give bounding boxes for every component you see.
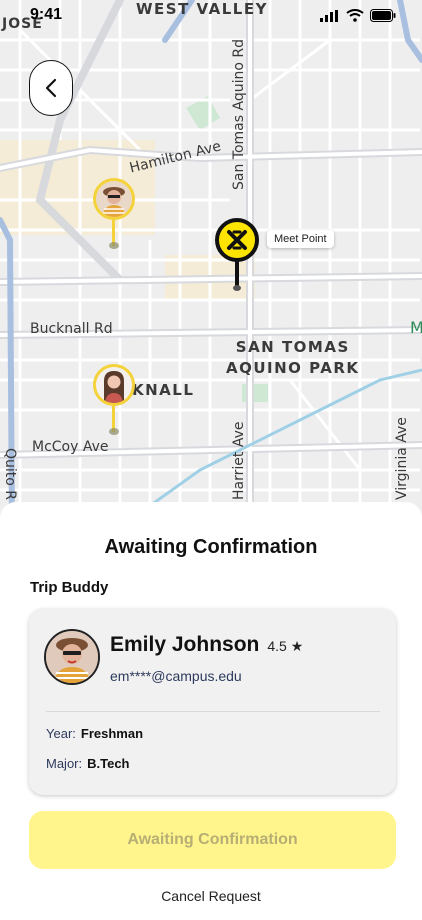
bottom-sheet: Awaiting Confirmation Trip Buddy Emily J… xyxy=(0,502,422,920)
trip-buddy-label: Trip Buddy xyxy=(30,579,109,596)
chevron-left-icon xyxy=(45,78,57,98)
signal-icon xyxy=(320,9,338,22)
map-label-knall: KNALL xyxy=(132,381,195,399)
sheet-title: Awaiting Confirmation xyxy=(104,536,318,558)
meet-point-label: Meet Point xyxy=(267,230,334,248)
map-label-west-valley: WEST VALLEY xyxy=(136,0,268,18)
status-icons xyxy=(320,9,396,22)
avatar-photo-icon xyxy=(46,631,98,683)
buddy-name: Emily Johnson xyxy=(110,633,260,656)
user-avatar-pin xyxy=(93,178,135,220)
buddy-card: Emily Johnson 4.5 ★ em****@campus.edu Ye… xyxy=(29,609,396,795)
user-avatar-pin xyxy=(93,364,135,406)
card-divider xyxy=(46,711,380,712)
avatar xyxy=(44,629,100,685)
map-view[interactable]: WEST VALLEY JOSE Hamilton Ave San Tomas … xyxy=(0,0,422,530)
back-button[interactable] xyxy=(29,60,73,116)
map-label-park: SAN TOMAS AQUINO PARK xyxy=(226,338,360,377)
user-pin-1[interactable] xyxy=(93,178,135,258)
user-pin-2[interactable] xyxy=(93,364,135,444)
status-time: 9:41 xyxy=(30,6,63,23)
avatar-photo-icon xyxy=(96,181,132,217)
map-label-quito: Quito R xyxy=(2,448,18,501)
meet-point-pin[interactable] xyxy=(215,218,259,294)
buddy-email: em****@campus.edu xyxy=(110,668,242,684)
awaiting-confirmation-button[interactable]: Awaiting Confirmation xyxy=(29,811,396,869)
map-label-san-tomas-aquino-rd: San Tomas Aquino Rd xyxy=(231,39,247,190)
wifi-icon xyxy=(346,9,364,22)
buddy-major: Major: B.Tech xyxy=(46,756,130,771)
map-label-m: M xyxy=(410,318,422,337)
avatar-photo-icon xyxy=(96,367,132,403)
meet-point-marker xyxy=(215,218,259,262)
buddy-rating: 4.5 ★ xyxy=(267,638,304,654)
major-value: B.Tech xyxy=(87,756,130,771)
cancel-request-link[interactable]: Cancel Request xyxy=(0,888,422,904)
year-value: Freshman xyxy=(80,726,144,741)
major-label: Major: xyxy=(46,756,83,771)
map-label-harriet-ave: Harriet Ave xyxy=(231,421,247,500)
year-label: Year: xyxy=(46,726,76,741)
meet-point-icon xyxy=(227,230,247,250)
buddy-year: Year: Freshman xyxy=(46,726,143,741)
buddy-name-row: Emily Johnson 4.5 ★ xyxy=(110,633,303,657)
map-label-bucknall-rd: Bucknall Rd xyxy=(30,321,113,337)
map-label-virginia-ave: Virginia Ave xyxy=(394,417,410,500)
battery-icon xyxy=(370,9,396,22)
